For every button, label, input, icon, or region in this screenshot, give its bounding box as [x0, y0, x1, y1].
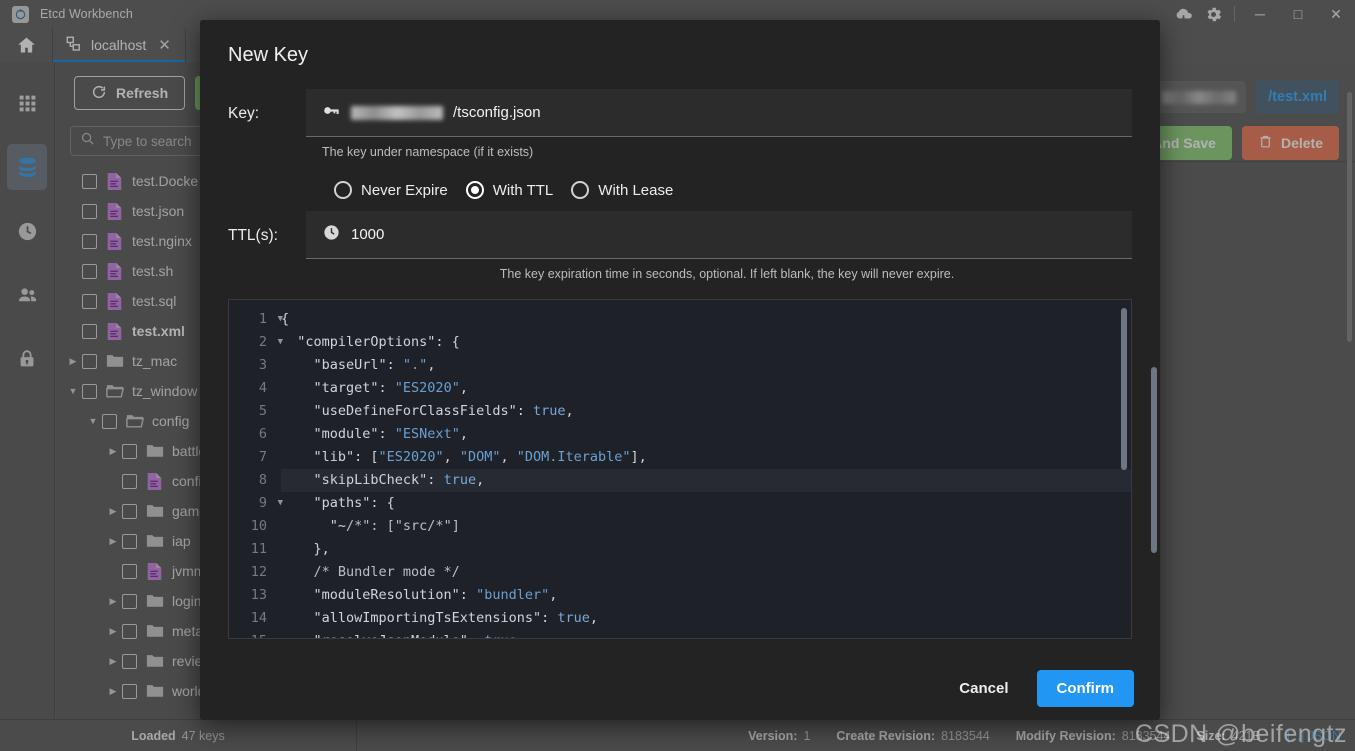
key-field-hint: The key under namespace (if it exists)	[322, 145, 534, 159]
expire-radio[interactable]: Never Expire	[334, 181, 448, 199]
key-prefix-blurred	[351, 105, 443, 120]
editor-line: "target": "ES2020",	[281, 380, 468, 396]
editor-line-number: 3	[258, 357, 267, 373]
editor-line: {	[281, 311, 290, 327]
ttl-input[interactable]: 1000	[306, 211, 1132, 259]
editor-line-number: 8	[258, 472, 267, 488]
editor-line: "baseUrl": ".",	[281, 357, 436, 373]
editor-line: "module": "ESNext",	[281, 426, 468, 442]
dialog-footer: Cancel Confirm	[200, 656, 1160, 720]
editor-line-number: 2 ▼	[229, 331, 283, 354]
key-field-col: /tsconfig.json The key under namespace (…	[306, 89, 1132, 159]
ttl-field-row: TTL(s): 1000 The key expiration time in …	[228, 211, 1132, 281]
editor-code[interactable]: { "compilerOptions": { "baseUrl": ".", "…	[273, 300, 1131, 638]
fold-toggle-icon[interactable]: ▼	[278, 331, 283, 354]
expire-radio[interactable]: With Lease	[571, 181, 673, 199]
dialog-title: New Key	[228, 44, 309, 66]
key-input-value: /tsconfig.json	[453, 104, 541, 121]
fold-toggle-icon[interactable]: ▼	[278, 308, 283, 331]
editor-line-number: 12	[250, 564, 267, 580]
app-window: Etcd Workbench ─ □ ✕ localhost ✕ Refresh…	[0, 0, 1355, 751]
editor-line-number: 11	[250, 541, 267, 557]
editor-line-number: 6	[258, 426, 267, 442]
ttl-field-hint: The key expiration time in seconds, opti…	[499, 267, 955, 281]
editor-line: "useDefineForClassFields": true,	[281, 403, 574, 419]
key-input[interactable]: /tsconfig.json	[306, 89, 1132, 137]
expire-radio-label: Never Expire	[361, 181, 448, 199]
ttl-field-col: 1000 The key expiration time in seconds,…	[306, 211, 1132, 281]
key-icon	[322, 101, 341, 124]
key-field-row: Key: /tsconfig.json The key under namesp…	[228, 89, 1132, 159]
cancel-button[interactable]: Cancel	[945, 672, 1022, 705]
editor-line: "paths": {	[281, 495, 395, 511]
fold-toggle-icon[interactable]: ▼	[278, 492, 283, 515]
editor-line-number: 7	[258, 449, 267, 465]
dialog-body: Key: /tsconfig.json The key under namesp…	[200, 67, 1160, 656]
expire-mode-group: Never Expire With TTL With Lease	[228, 159, 1132, 199]
dialog-scrollbar[interactable]	[1151, 367, 1157, 553]
editor-line-number: 13	[250, 587, 267, 603]
confirm-button[interactable]: Confirm	[1036, 669, 1134, 707]
expire-radio[interactable]: With TTL	[465, 181, 554, 199]
radio-dot-icon[interactable]	[334, 181, 352, 199]
clock-icon	[322, 223, 341, 246]
editor-line: },	[281, 541, 330, 557]
editor-scrollbar[interactable]	[1121, 308, 1127, 470]
editor-line-number: 1 ▼	[229, 308, 283, 331]
radio-dot-icon[interactable]	[465, 181, 484, 199]
editor-line-number: 9 ▼	[229, 492, 283, 515]
editor-gutter: 1▼2▼ 3 4 5 6 7 8 9▼ 10 11 12 13 14 15	[229, 300, 283, 638]
expire-radio-label: With Lease	[598, 181, 674, 199]
expire-radio-label: With TTL	[492, 181, 554, 199]
editor-line-number: 15	[229, 630, 273, 638]
editor-line-number: 5	[258, 403, 267, 419]
editor-line: /* Bundler mode */	[313, 564, 460, 580]
editor-line: "resolveJsonModule": true,	[281, 630, 1131, 638]
editor-line: "skipLibCheck": true,	[281, 469, 1131, 492]
key-field-label: Key:	[228, 105, 260, 122]
ttl-field-label: TTL(s):	[228, 227, 278, 244]
editor-line: "compilerOptions": {	[281, 334, 460, 350]
editor-line: "~/*": ["src/*"]	[281, 518, 460, 534]
editor-line: "allowImportingTsExtensions": true,	[281, 610, 599, 626]
editor-line: "lib": ["ES2020", "DOM", "DOM.Iterable"]…	[281, 449, 647, 465]
radio-dot-icon[interactable]	[571, 181, 590, 199]
editor-line-number: 4	[258, 380, 267, 396]
new-key-dialog: New Key Key: /tsconfig.json The key unde…	[200, 20, 1160, 720]
editor-line: "moduleResolution": "bundler",	[281, 587, 558, 603]
editor-line-number: 10	[250, 518, 267, 534]
value-code-editor[interactable]: 1▼2▼ 3 4 5 6 7 8 9▼ 10 11 12 13 14 15 { "compilerOpti…	[228, 299, 1132, 639]
ttl-input-value: 1000	[351, 226, 385, 243]
editor-line-number: 14	[250, 610, 267, 626]
